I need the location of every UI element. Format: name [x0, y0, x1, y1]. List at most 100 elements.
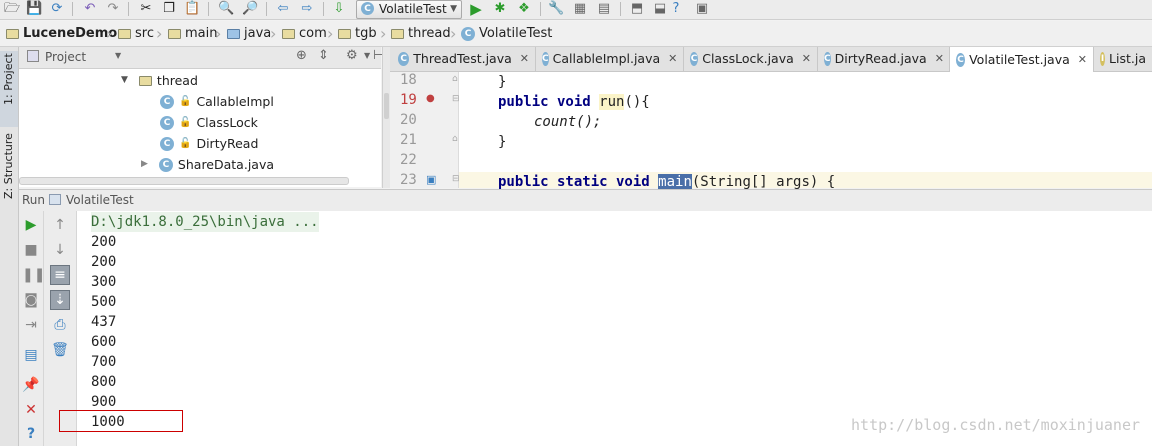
debug-icon[interactable]: ✱	[492, 1, 508, 17]
down-arrow-icon[interactable]: ↓	[51, 241, 69, 259]
breadcrumb-item-volatiletest[interactable]: C VolatileTest	[461, 21, 552, 46]
sync-icon[interactable]: ⟳	[49, 1, 65, 17]
fold-icon[interactable]: ⌂	[452, 134, 458, 144]
find-icon[interactable]: 🔍	[218, 1, 234, 17]
run-icon[interactable]: ▶	[468, 1, 484, 17]
breadcrumb-item-thread[interactable]: thread	[391, 21, 451, 46]
close-icon[interactable]: ✕	[935, 47, 944, 71]
project-structure-icon[interactable]: ▦	[572, 1, 588, 17]
close-icon[interactable]: ✕	[22, 401, 40, 419]
console-command-line: D:\jdk1.8.0_25\bin\java ...	[91, 212, 319, 232]
expand-right-icon[interactable]: ▶	[141, 154, 148, 175]
cut-icon[interactable]: ✂	[138, 1, 154, 17]
clear-all-icon[interactable]: 🗑	[51, 341, 69, 359]
paste-icon[interactable]: 📋	[184, 1, 200, 17]
breadcrumb-item-tgb[interactable]: tgb	[338, 21, 377, 46]
console-line: 200	[91, 234, 117, 250]
exit-icon[interactable]: ⇥	[22, 316, 40, 334]
expand-down-icon[interactable]: ▼	[121, 70, 128, 91]
tab-callableimpl[interactable]: C CallableImpl.java ✕	[536, 47, 684, 71]
close-icon[interactable]: ✕	[520, 47, 529, 71]
override-marker-icon[interactable]: ●	[426, 93, 435, 104]
tree-item-callableimpl[interactable]: C 🔓 CallableImpl	[160, 91, 274, 112]
save-icon[interactable]: 💾	[26, 1, 42, 17]
print-icon[interactable]: ⎙	[51, 316, 69, 334]
close-icon[interactable]: ✕	[668, 47, 677, 71]
settings-icon[interactable]: 🔧	[548, 1, 564, 17]
tab-dirtyread[interactable]: C DirtyRead.java ✕	[818, 47, 950, 71]
dump-threads-icon[interactable]: ◙	[22, 291, 40, 309]
run-gutter-icon[interactable]: ▣	[426, 173, 436, 186]
lock-icon: 🔓	[179, 138, 192, 149]
tab-list[interactable]: I List.ja	[1094, 47, 1152, 71]
stop-icon[interactable]: ■	[22, 241, 40, 259]
sdk-icon[interactable]: ▤	[596, 1, 612, 17]
vcs-commit-icon[interactable]: ⬓	[652, 1, 668, 17]
scroll-from-source-icon[interactable]: ⊕	[296, 48, 307, 63]
redo-icon[interactable]: ↷	[105, 1, 121, 17]
undo-icon[interactable]: ↶	[82, 1, 98, 17]
breadcrumb-item-src[interactable]: src	[118, 21, 154, 46]
back-icon[interactable]: ⇦	[275, 1, 291, 17]
package-icon	[338, 28, 351, 39]
code-editor[interactable]: } public void run(){ count(); } public s…	[459, 72, 1152, 190]
copy-icon[interactable]: ❐	[161, 1, 177, 17]
tree-item-dirtyread[interactable]: C 🔓 DirtyRead	[160, 133, 258, 154]
project-view-label[interactable]: Project	[45, 50, 86, 64]
horizontal-scrollbar[interactable]	[19, 177, 349, 185]
rerun-icon[interactable]: ▶	[22, 216, 40, 234]
run-toolbar-left: ▶ ■ ❚❚ ◙ ⇥ ▤ 📌 ✕ ?	[19, 211, 45, 446]
forward-icon[interactable]: ⇨	[299, 1, 315, 17]
fold-icon[interactable]: ⌂	[452, 74, 458, 84]
run-config-icon	[49, 194, 61, 205]
vcs-icon[interactable]: ⬒	[629, 1, 645, 17]
chevron-right-icon: ›	[156, 24, 163, 43]
tree-item-classlock[interactable]: C 🔓 ClassLock	[160, 112, 258, 133]
breadcrumb-item-project[interactable]: LuceneDemo	[6, 21, 117, 46]
console-line: 500	[91, 294, 117, 310]
soft-wrap-icon[interactable]: ≡	[50, 265, 70, 285]
breadcrumb-item-main[interactable]: main	[168, 21, 217, 46]
chevron-down-icon[interactable]: ▼	[364, 51, 370, 60]
scroll-to-end-icon[interactable]: ⇣	[50, 290, 70, 310]
class-icon: C	[158, 157, 173, 172]
console-line: 300	[91, 274, 117, 290]
up-arrow-icon[interactable]: ↑	[51, 216, 69, 234]
breadcrumb-item-java[interactable]: java	[227, 21, 271, 46]
chevron-down-icon[interactable]: ▼	[115, 51, 121, 60]
pause-icon[interactable]: ❚❚	[22, 266, 45, 284]
class-icon: C	[160, 94, 174, 109]
structure-tool-tab-label[interactable]: Z: Structure	[2, 133, 15, 199]
package-icon	[391, 28, 404, 39]
collapse-all-icon[interactable]: ⇕	[318, 48, 329, 63]
close-icon[interactable]: ✕	[1078, 48, 1087, 72]
help-icon[interactable]: ?	[668, 1, 684, 17]
tree-item-sharedata[interactable]: ▶ C ShareData.java	[141, 154, 274, 175]
replace-icon[interactable]: 🔎	[242, 1, 258, 17]
console-output[interactable]: D:\jdk1.8.0_25\bin\java ... 200 200 300 …	[59, 211, 1152, 446]
restore-layout-icon[interactable]: ▤	[22, 346, 40, 364]
class-icon: C	[956, 52, 966, 67]
editor-tab-bar: C ThreadTest.java ✕ C CallableImpl.java ✕ …	[390, 47, 1152, 72]
splitter-thumb[interactable]	[384, 93, 389, 119]
watermark: http://blog.csdn.net/moxinjuaner	[851, 416, 1140, 434]
pin-icon[interactable]: 📌	[22, 376, 40, 394]
editor-gutter: 18 19 ● 20 21 22 23 ▣ ⌂ ⊟ ⌂ ⊟	[390, 72, 460, 188]
tab-volatiletest[interactable]: C VolatileTest.java ✕	[950, 47, 1094, 72]
run-tab-label[interactable]: VolatileTest	[66, 193, 134, 207]
terminal-icon[interactable]: ▣	[694, 1, 710, 17]
gear-icon[interactable]: ⚙	[346, 48, 358, 63]
run-config-selector[interactable]: C VolatileTest ▼	[356, 0, 462, 19]
build-icon[interactable]: ⇩	[331, 1, 347, 17]
breadcrumb-item-com[interactable]: com	[282, 21, 327, 46]
tab-threadtest[interactable]: C ThreadTest.java ✕	[392, 47, 536, 71]
code-line-18: }	[498, 74, 507, 90]
close-icon[interactable]: ✕	[802, 47, 811, 71]
open-icon[interactable]: 🗁	[4, 1, 20, 17]
help-icon[interactable]: ?	[22, 425, 40, 443]
code-line-19: public void run(){	[498, 94, 650, 110]
tab-classlock[interactable]: C ClassLock.java ✕	[684, 47, 818, 71]
tree-item-thread[interactable]: ▼ thread	[121, 70, 198, 91]
coverage-icon[interactable]: ❖	[516, 1, 532, 17]
class-icon: C	[160, 115, 174, 130]
